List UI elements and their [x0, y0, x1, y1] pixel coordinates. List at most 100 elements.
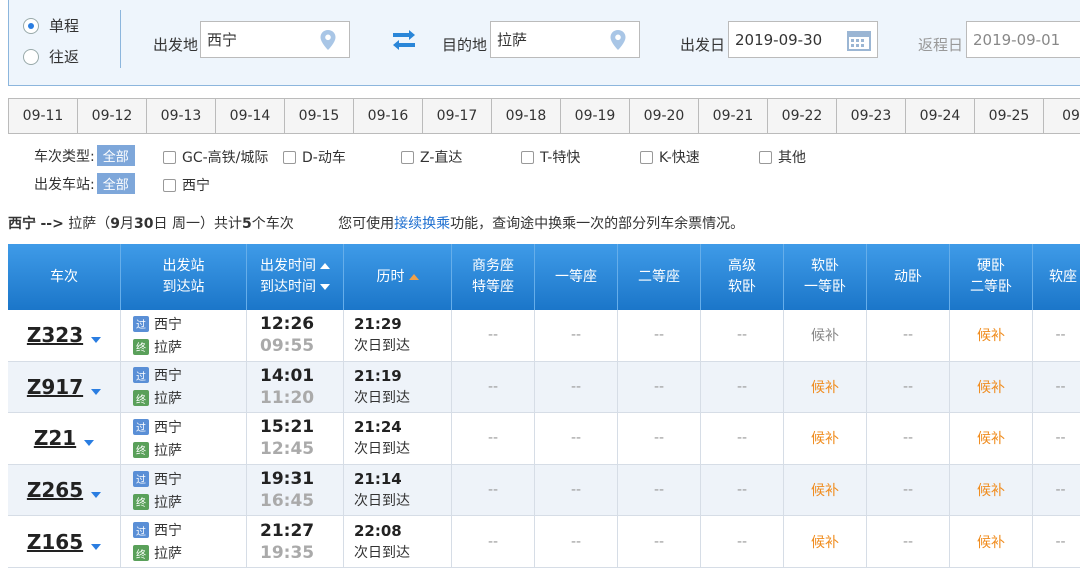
- arrive-time: 19:35: [260, 542, 315, 563]
- th-second: 二等座: [618, 244, 701, 310]
- from-station-name[interactable]: 西宁: [154, 417, 182, 437]
- filter-t[interactable]: T-特快: [521, 147, 580, 167]
- to-station-name[interactable]: 拉萨: [154, 388, 182, 408]
- seat-cell[interactable]: 候补: [950, 361, 1033, 413]
- seat-cell[interactable]: 候补: [950, 464, 1033, 516]
- checkbox[interactable]: [163, 150, 176, 164]
- seat-cell[interactable]: 候补: [784, 361, 867, 413]
- summary-day: 30: [134, 216, 154, 232]
- date-tab[interactable]: 09-20: [630, 99, 699, 133]
- from-station-name[interactable]: 西宁: [154, 314, 182, 334]
- date-tab[interactable]: 09-19: [561, 99, 630, 133]
- from-input[interactable]: 西宁: [200, 21, 350, 58]
- date-tab[interactable]: 09-15: [285, 99, 354, 133]
- train-number-link[interactable]: Z21: [34, 426, 76, 450]
- to-station-name[interactable]: 拉萨: [154, 440, 182, 460]
- expand-caret-icon[interactable]: [91, 492, 102, 499]
- date-tab[interactable]: 09-2: [1044, 99, 1080, 133]
- train-cell: Z21: [8, 413, 121, 464]
- checkbox[interactable]: [401, 150, 414, 164]
- train-number-link[interactable]: Z165: [27, 530, 83, 554]
- filter-z[interactable]: Z-直达: [401, 147, 462, 167]
- seat-cell[interactable]: 候补: [950, 310, 1033, 361]
- to-station: 终拉萨: [133, 543, 182, 563]
- transfer-link[interactable]: 接续换乘: [394, 216, 450, 232]
- result-summary: 西宁 --> 拉萨（9月30日 周一）共计5个车次 您可使用接续换乘功能，查询途…: [8, 213, 744, 233]
- radio-roundtrip[interactable]: [23, 48, 39, 65]
- filter-d[interactable]: D-动车: [283, 147, 346, 167]
- sort-up-icon[interactable]: [408, 273, 419, 280]
- th-soft-bottom: 一等卧: [804, 279, 846, 295]
- expand-caret-icon[interactable]: [91, 388, 102, 395]
- date-tab[interactable]: 09-14: [216, 99, 285, 133]
- filter-other[interactable]: 其他: [759, 147, 806, 167]
- trip-type-oneway[interactable]: 单程: [23, 15, 79, 36]
- seat-cell[interactable]: 候补: [784, 464, 867, 516]
- return-date-input[interactable]: 2019-09-01: [966, 21, 1080, 58]
- filter-gc[interactable]: GC-高铁/城际: [163, 147, 268, 167]
- location-pin-icon: [610, 30, 626, 50]
- to-input[interactable]: 拉萨: [490, 21, 640, 58]
- expand-caret-icon[interactable]: [84, 440, 95, 447]
- calendar-icon[interactable]: [847, 29, 871, 51]
- seat-cell[interactable]: 候补: [784, 310, 867, 361]
- station-all-button[interactable]: 全部: [96, 173, 135, 194]
- from-station-name[interactable]: 西宁: [154, 365, 182, 385]
- radio-oneway[interactable]: [23, 17, 39, 34]
- date-tab[interactable]: 09-18: [492, 99, 561, 133]
- duration-note: 次日到达: [354, 493, 410, 510]
- th-duration[interactable]: 历时: [344, 244, 452, 310]
- duration-cell: 22:08 次日到达: [344, 516, 452, 567]
- seat-cell: --: [701, 361, 784, 413]
- date-tab[interactable]: 09-12: [78, 99, 147, 133]
- train-type-all-button[interactable]: 全部: [96, 145, 135, 166]
- checkbox[interactable]: [759, 150, 772, 164]
- tip-prefix: 您可使用: [338, 216, 395, 232]
- expand-caret-icon[interactable]: [91, 337, 102, 344]
- seat-cell[interactable]: 候补: [784, 413, 867, 464]
- filter-station-xining[interactable]: 西宁: [163, 175, 210, 195]
- date-tab[interactable]: 09-16: [354, 99, 423, 133]
- sort-up-icon[interactable]: [320, 263, 330, 269]
- sort-arrive[interactable]: 到达时间: [260, 277, 330, 298]
- date-tab[interactable]: 09-17: [423, 99, 492, 133]
- duration-time: 21:19: [354, 366, 402, 385]
- seat-cell[interactable]: 候补: [950, 413, 1033, 464]
- seat-cell: --: [618, 361, 701, 413]
- from-station-name[interactable]: 西宁: [154, 520, 182, 540]
- depart-date-input[interactable]: 2019-09-30: [728, 21, 878, 58]
- date-tab[interactable]: 09-13: [147, 99, 216, 133]
- from-station-name[interactable]: 西宁: [154, 469, 182, 489]
- th-times[interactable]: 出发时间 到达时间: [247, 244, 344, 310]
- checkbox[interactable]: [163, 178, 176, 192]
- expand-caret-icon[interactable]: [91, 543, 102, 550]
- date-tab[interactable]: 09-23: [837, 99, 906, 133]
- to-station-name[interactable]: 拉萨: [154, 337, 182, 357]
- to-station-name[interactable]: 拉萨: [154, 492, 182, 512]
- filter-k[interactable]: K-快速: [640, 147, 700, 167]
- depart-time: 12:26: [260, 314, 315, 335]
- train-number-link[interactable]: Z265: [27, 478, 83, 502]
- summary-count: 5: [241, 216, 252, 232]
- train-number-link[interactable]: Z917: [27, 375, 83, 399]
- train-number-link[interactable]: Z323: [27, 323, 83, 347]
- sort-down-icon[interactable]: [320, 284, 330, 290]
- sort-duration[interactable]: 历时: [377, 267, 419, 288]
- date-tab[interactable]: 09-11: [9, 99, 78, 133]
- seat-cell[interactable]: 候补: [950, 516, 1033, 567]
- checkbox[interactable]: [521, 150, 534, 164]
- date-tab[interactable]: 09-24: [906, 99, 975, 133]
- to-station-name[interactable]: 拉萨: [154, 543, 182, 563]
- swap-icon[interactable]: [392, 30, 416, 50]
- date-tab[interactable]: 09-21: [699, 99, 768, 133]
- checkbox[interactable]: [640, 150, 653, 164]
- th-hsoft-top: 高级: [728, 258, 756, 274]
- pass-badge-icon: 过: [133, 522, 149, 539]
- trip-type-roundtrip[interactable]: 往返: [23, 46, 79, 67]
- sort-depart[interactable]: 出发时间: [260, 256, 330, 277]
- seat-cell[interactable]: 候补: [784, 516, 867, 567]
- duration-note: 次日到达: [354, 441, 410, 458]
- date-tab[interactable]: 09-22: [768, 99, 837, 133]
- date-tab[interactable]: 09-25: [975, 99, 1044, 133]
- checkbox[interactable]: [283, 150, 296, 164]
